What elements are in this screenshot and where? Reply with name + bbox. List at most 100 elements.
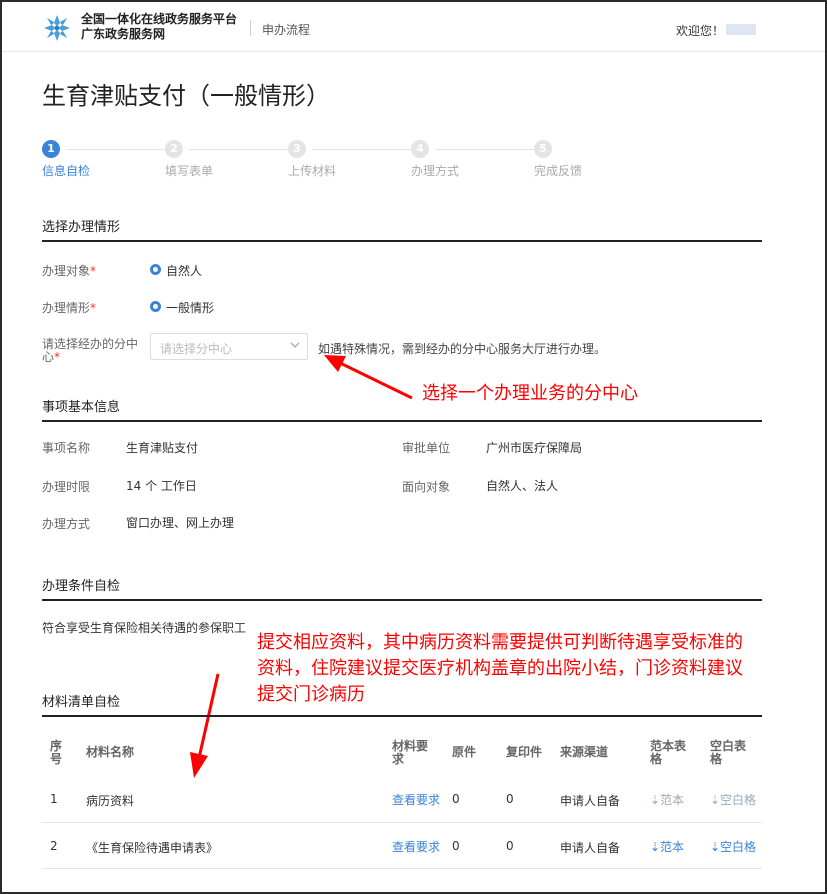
annotation-materials: 提交相应资料，其中病历资料需要提供可判断待遇享受标准的 资料，住院建议提交医疗机… bbox=[257, 630, 743, 708]
col-seq: 序号 bbox=[50, 740, 62, 766]
step-fill-form: 2 填写表单 bbox=[165, 140, 213, 178]
row-copy: 0 bbox=[506, 792, 514, 806]
time-limit-label: 办理时限 bbox=[42, 480, 91, 494]
brand-name[interactable]: 全国一体化在线政务服务平台 广东政务服务网 bbox=[81, 12, 237, 42]
row-divider bbox=[42, 868, 762, 869]
target-label: 办理对象* bbox=[42, 262, 96, 279]
download-blank-link[interactable]: ⇣空白格 bbox=[710, 838, 756, 855]
case-label-text: 办理情形 bbox=[42, 301, 91, 315]
platform-logo-icon bbox=[44, 15, 70, 41]
annotation-materials-line-2: 资料，住院建议提交医疗机构盖章的出院小结，门诊资料建议 bbox=[257, 658, 743, 679]
time-limit-value: 14 个 工作日 bbox=[126, 479, 197, 493]
section-rule bbox=[42, 599, 762, 601]
step-connector bbox=[435, 149, 535, 150]
step-feedback: 5 完成反馈 bbox=[534, 140, 582, 178]
col-blank: 空白表格 bbox=[710, 740, 746, 766]
conditions-section-title: 办理条件自检 bbox=[42, 579, 121, 594]
target-radio[interactable] bbox=[150, 264, 161, 275]
row-divider bbox=[42, 822, 762, 823]
chevron-down-icon bbox=[290, 342, 300, 348]
step-label: 办理方式 bbox=[411, 164, 460, 178]
step-number: 1 bbox=[42, 140, 60, 158]
row-seq: 2 bbox=[50, 839, 58, 853]
handling-mode-label: 办理方式 bbox=[42, 517, 91, 531]
col-blank-line-2: 格 bbox=[710, 752, 723, 766]
page-title: 生育津贴支付（一般情形） bbox=[42, 82, 330, 110]
col-name: 材料名称 bbox=[86, 745, 135, 759]
row-name: 《生育保险待遇申请表》 bbox=[86, 841, 219, 855]
audience-label: 面向对象 bbox=[402, 480, 451, 494]
center-label-line-2: 心 bbox=[42, 350, 55, 364]
annotation-materials-line-1: 提交相应资料，其中病历资料需要提供可判断待遇享受标准的 bbox=[257, 632, 743, 653]
case-label: 办理情形* bbox=[42, 299, 96, 316]
row-seq: 1 bbox=[50, 792, 58, 806]
top-header: 全国一体化在线政务服务平台 广东政务服务网 申办流程 欢迎您！ bbox=[2, 2, 825, 52]
download-sample-link[interactable]: ⇣范本 bbox=[650, 791, 684, 808]
col-copy: 复印件 bbox=[506, 745, 543, 759]
view-requirement-link[interactable]: 查看要求 bbox=[392, 791, 440, 808]
user-name-redacted[interactable] bbox=[726, 24, 756, 35]
row-copy: 0 bbox=[506, 839, 514, 853]
step-number: 4 bbox=[411, 140, 429, 158]
target-value: 自然人 bbox=[166, 264, 203, 278]
required-mark: * bbox=[54, 350, 61, 364]
step-info-check: 1 信息自检 bbox=[42, 140, 90, 178]
situation-section-title: 选择办理情形 bbox=[42, 220, 121, 235]
step-connector bbox=[312, 149, 412, 150]
col-sample-line-2: 格 bbox=[650, 752, 663, 766]
step-connector bbox=[189, 149, 289, 150]
audience-value: 自然人、法人 bbox=[486, 479, 559, 493]
row-original: 0 bbox=[452, 839, 460, 853]
col-seq-line-2: 号 bbox=[50, 752, 63, 766]
step-connector bbox=[66, 149, 166, 150]
center-select-placeholder: 请选择分中心 bbox=[160, 342, 233, 356]
step-handling-method: 4 办理方式 bbox=[411, 140, 459, 178]
brand-line-2: 广东政务服务网 bbox=[81, 27, 166, 41]
step-label: 信息自检 bbox=[42, 164, 91, 178]
download-blank-link[interactable]: ⇣空白格 bbox=[710, 791, 756, 808]
step-upload: 3 上传材料 bbox=[288, 140, 336, 178]
conditions-text: 符合享受生育保险相关待遇的参保职工 bbox=[42, 621, 247, 635]
view-requirement-link[interactable]: 查看要求 bbox=[392, 838, 440, 855]
target-label-text: 办理对象 bbox=[42, 264, 91, 278]
progress-steps: 1 信息自检 2 填写表单 3 上传材料 4 办理方式 5 完成反馈 bbox=[42, 140, 762, 180]
step-number: 2 bbox=[165, 140, 183, 158]
annotation-arrow bbox=[324, 355, 413, 400]
required-mark: * bbox=[90, 301, 97, 315]
row-name: 病历资料 bbox=[86, 794, 135, 808]
section-rule bbox=[42, 715, 762, 717]
item-name-value: 生育津贴支付 bbox=[126, 441, 199, 455]
case-value: 一般情形 bbox=[166, 301, 215, 315]
approval-dept-value: 广州市医疗保障局 bbox=[486, 441, 583, 455]
col-source: 来源渠道 bbox=[560, 745, 609, 759]
section-rule bbox=[42, 420, 762, 422]
col-sample: 范本表格 bbox=[650, 740, 686, 766]
row-source: 申请人自备 bbox=[560, 841, 621, 855]
header-divider bbox=[250, 20, 251, 36]
item-name-label: 事项名称 bbox=[42, 441, 91, 455]
basic-section-title: 事项基本信息 bbox=[42, 400, 121, 415]
case-radio[interactable] bbox=[150, 301, 161, 312]
annotation-arrow bbox=[190, 673, 220, 778]
step-label: 上传材料 bbox=[288, 164, 337, 178]
col-requirement: 材料要求 bbox=[392, 740, 428, 766]
materials-section-title: 材料清单自检 bbox=[42, 695, 121, 710]
center-label: 请选择经办的分中 心* bbox=[42, 338, 138, 364]
step-number: 3 bbox=[288, 140, 306, 158]
step-label: 完成反馈 bbox=[534, 164, 583, 178]
welcome-text: 欢迎您！ bbox=[676, 24, 725, 38]
center-select[interactable]: 请选择分中心 bbox=[150, 333, 308, 360]
row-original: 0 bbox=[452, 792, 460, 806]
col-original: 原件 bbox=[452, 745, 477, 759]
annotation-select-center: 选择一个办理业务的分中心 bbox=[422, 383, 638, 404]
brand-line-1: 全国一体化在线政务服务平台 bbox=[81, 12, 238, 26]
handling-mode-value: 窗口办理、网上办理 bbox=[126, 516, 235, 530]
approval-dept-label: 审批单位 bbox=[402, 441, 451, 455]
download-sample-link[interactable]: ⇣范本 bbox=[650, 838, 684, 855]
step-label: 填写表单 bbox=[165, 164, 214, 178]
annotation-materials-line-3: 提交门诊病历 bbox=[257, 684, 365, 705]
process-nav-label: 申办流程 bbox=[262, 23, 311, 37]
row-source: 申请人自备 bbox=[560, 794, 621, 808]
required-mark: * bbox=[90, 264, 97, 278]
section-rule bbox=[42, 240, 762, 242]
